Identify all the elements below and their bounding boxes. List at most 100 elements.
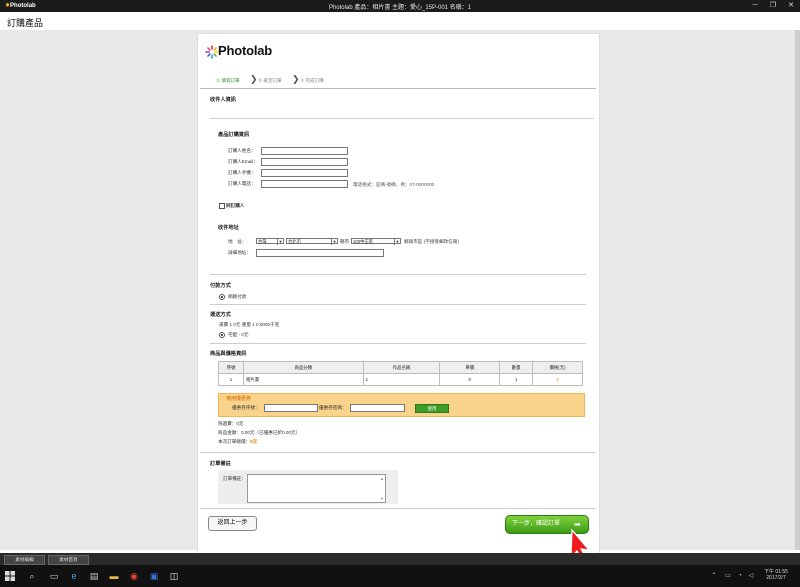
orderer-phone-input[interactable] <box>261 180 348 188</box>
chevron-up-icon[interactable]: ⌃ <box>708 570 720 582</box>
col-header-qty: 數量 <box>499 361 534 374</box>
orderer-name-input[interactable] <box>261 147 348 155</box>
cell-category: 相片書 <box>242 373 364 386</box>
store-icon[interactable]: ▤ <box>88 570 100 582</box>
col-header-name: 作品名稱 <box>362 361 441 374</box>
cell-total: 0 <box>532 373 583 386</box>
chevron-right-icon: ❯ <box>292 74 300 84</box>
products-title: 商品與價格資訊 <box>210 351 247 357</box>
battery-icon[interactable]: ▭ <box>722 570 734 582</box>
photolab-logo: Photolab <box>205 41 285 61</box>
col-header-total: 價格(元) <box>532 361 583 374</box>
orderer-mobile-label: 訂購人手機： <box>228 170 256 175</box>
cell-name: 1 <box>362 373 441 386</box>
next-button-label: 下一步，確認訂單 <box>512 521 561 527</box>
notes-title: 訂單備註 <box>210 461 231 467</box>
scroll-up-icon[interactable]: ▲ <box>380 476 384 481</box>
cell-no: 1 <box>218 373 244 386</box>
page-title: 訂購產品 <box>7 18 44 28</box>
district-hint: 鄉鎮市區 (不接受郵政信箱) <box>404 239 459 244</box>
divider <box>210 274 586 275</box>
system-clock[interactable]: 下午 01:55 2017/2/7 <box>755 569 797 581</box>
chevron-right-icon: ❯ <box>250 74 258 84</box>
window-titlebar: Photolab 產品：相片書 主題：愛心_15P-001 名稱：1 ✸Phot… <box>0 0 800 12</box>
col-header-price: 單價 <box>439 361 501 374</box>
order-info-title: 產品訂購資訊 <box>218 132 250 138</box>
phone-format-hint: 電話格式：區碼-號碼，例：07-0000000 <box>353 182 435 187</box>
country-select[interactable]: 台灣 ▼ <box>256 238 284 245</box>
address-title: 收件地址 <box>218 225 239 231</box>
shipping-title: 運送方式 <box>210 312 231 318</box>
cell-qty: 1 <box>499 373 534 386</box>
shipping-summary: 運費 1 0元 重量 1 0.0000千克 <box>219 322 280 327</box>
divider <box>200 88 596 89</box>
order-total-value: 0元 <box>250 439 258 444</box>
col-header-category: 商品分類 <box>242 361 364 374</box>
step-complete-order: ③ 完成訂購 <box>300 78 324 83</box>
coupon-code-label: 優惠券序號： <box>232 405 260 410</box>
step-fill-order: ① 填寫訂單 <box>216 78 240 83</box>
notes-label: 訂單備註： <box>223 476 246 481</box>
district-select[interactable]: 100中正區 ▼ <box>351 238 401 245</box>
file-explorer-icon[interactable]: ▬ <box>108 570 120 582</box>
close-button[interactable]: ✕ <box>784 1 798 11</box>
shipping-home-radio[interactable] <box>219 332 225 338</box>
divider <box>210 118 594 119</box>
payment-title: 付款方式 <box>210 283 231 289</box>
same-as-orderer-checkbox[interactable] <box>219 203 225 209</box>
sunburst-icon <box>205 45 219 59</box>
orderer-mobile-input[interactable] <box>261 169 348 177</box>
photoshop-icon[interactable]: ▣ <box>148 570 160 582</box>
chrome-icon[interactable]: ◉ <box>128 570 140 582</box>
app-logo: ✸Photolab <box>5 3 36 9</box>
orderer-email-input[interactable] <box>261 158 348 166</box>
notes-textarea[interactable]: ▲ ▼ <box>247 474 386 503</box>
orderer-phone-label: 訂購人電話： <box>228 181 256 186</box>
divider <box>200 508 596 509</box>
table-row: 1 相片書 1 0 1 0 <box>218 373 583 386</box>
coupon-password-input[interactable] <box>350 404 405 412</box>
scrollbar[interactable] <box>795 30 800 550</box>
edge-browser-icon[interactable]: e <box>68 570 80 582</box>
maximize-button[interactable]: ❐ <box>766 1 780 11</box>
orderer-email-label: 訂購人Email： <box>228 159 258 164</box>
city-select[interactable]: 台北市 ▼ <box>286 238 338 245</box>
district-label: 縣市 <box>340 239 350 244</box>
same-as-orderer-label: 同訂購人 <box>226 203 245 208</box>
bottom-tab-bar <box>0 553 800 565</box>
payment-online-label: 網路付款 <box>228 294 247 299</box>
product-table: 序號 商品分類 作品名稱 單價 數量 價格(元) 1 相片書 1 0 1 0 <box>218 361 583 386</box>
product-amount: 商品金額：0.00元（已優惠已折0.00元） <box>218 430 301 435</box>
coupon-code-input[interactable] <box>264 404 318 412</box>
tab-material-edit[interactable]: 素材編輯 <box>4 555 45 565</box>
photolab-taskbar-icon[interactable]: ◫ <box>168 570 180 582</box>
step-confirm-order: ② 確定訂單 <box>258 78 282 83</box>
payment-online-radio[interactable] <box>219 294 225 300</box>
page-header: 訂購產品 <box>0 12 800 31</box>
shipping-fee: 快遞費：0元 <box>218 421 244 426</box>
cell-price: 0 <box>439 373 501 386</box>
minimize-button[interactable]: ─ <box>748 1 762 11</box>
coupon-password-label: 優惠券密碼： <box>319 405 347 410</box>
task-view-icon[interactable]: ▭ <box>48 570 60 582</box>
divider <box>200 452 596 453</box>
detail-address-input[interactable] <box>256 249 384 257</box>
back-button[interactable]: 返回上一步 <box>208 516 257 531</box>
coupon-panel: 使用優惠券 優惠券序號： 優惠券密碼： 使用 <box>218 393 585 417</box>
clock-date: 2017/2/7 <box>766 575 786 581</box>
windows-start-icon[interactable] <box>4 570 16 582</box>
order-total: 本次訂單總價：0元 <box>218 439 258 444</box>
detail-address-label: 詳細地址： <box>228 250 251 255</box>
scroll-down-icon[interactable]: ▼ <box>380 496 384 501</box>
table-header-row: 序號 商品分類 作品名稱 單價 數量 價格(元) <box>218 361 583 374</box>
recipient-section-title: 收件人資訊 <box>210 97 236 103</box>
coupon-apply-button[interactable]: 使用 <box>415 404 449 413</box>
col-header-no: 序號 <box>218 361 244 374</box>
shipping-home-label: 宅配 - 0元 <box>228 332 249 337</box>
coupon-title: 使用優惠券 <box>226 396 252 402</box>
divider <box>210 304 586 305</box>
taskbar <box>0 565 800 587</box>
brand-name: Photolab <box>218 43 273 58</box>
tab-material-home[interactable]: 素材首頁 <box>48 555 89 565</box>
search-icon[interactable]: ⌕ <box>26 570 38 582</box>
